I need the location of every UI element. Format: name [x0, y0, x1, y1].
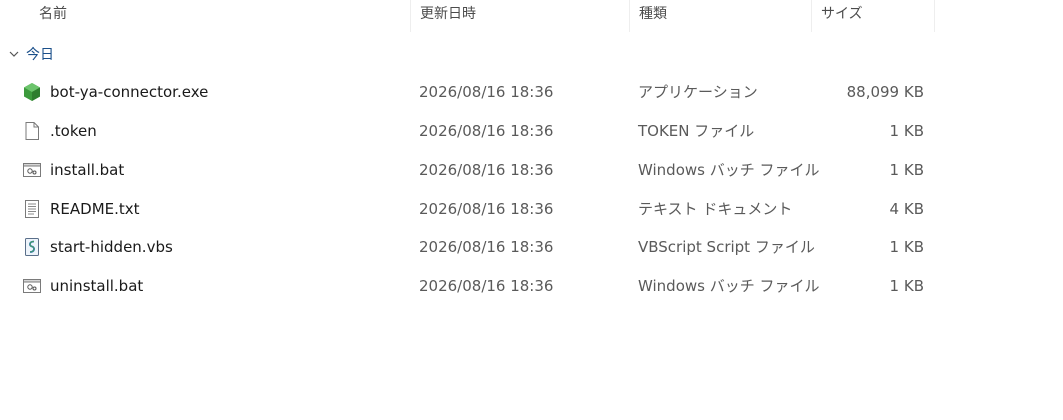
- file-size: 1 KB: [889, 277, 924, 295]
- file-type: Windows バッチ ファイル: [638, 277, 820, 295]
- file-date: 2026/08/16 18:36: [419, 277, 554, 295]
- batch-file-icon: [22, 276, 42, 296]
- file-name: .token: [50, 122, 97, 140]
- file-name: start-hidden.vbs: [50, 238, 173, 256]
- column-header-date[interactable]: 更新日時: [411, 0, 629, 32]
- exe-icon: [22, 82, 42, 102]
- file-row[interactable]: .token 2026/08/16 18:36 TOKEN ファイル 1 KB: [14, 113, 944, 149]
- file-row[interactable]: uninstall.bat 2026/08/16 18:36 Windows バ…: [14, 268, 944, 304]
- file-row[interactable]: install.bat 2026/08/16 18:36 Windows バッチ…: [14, 152, 944, 188]
- column-header-name[interactable]: 名前: [30, 0, 410, 32]
- script-file-icon: [22, 237, 42, 257]
- column-header-size[interactable]: サイズ: [812, 0, 934, 32]
- column-header-row: 名前 更新日時 種類 サイズ: [0, 0, 1063, 32]
- text-file-icon: [22, 199, 42, 219]
- file-name: install.bat: [50, 161, 125, 179]
- file-size: 1 KB: [889, 238, 924, 256]
- file-size: 4 KB: [889, 200, 924, 218]
- file-type: アプリケーション: [638, 83, 758, 101]
- file-type: Windows バッチ ファイル: [638, 161, 820, 179]
- file-date: 2026/08/16 18:36: [419, 200, 554, 218]
- file-size: 1 KB: [889, 122, 924, 140]
- file-date: 2026/08/16 18:36: [419, 161, 554, 179]
- file-row[interactable]: start-hidden.vbs 2026/08/16 18:36 VBScri…: [14, 229, 944, 265]
- file-size: 1 KB: [889, 161, 924, 179]
- file-date: 2026/08/16 18:36: [419, 83, 554, 101]
- file-row[interactable]: README.txt 2026/08/16 18:36 テキスト ドキュメント …: [14, 191, 944, 227]
- group-header-today[interactable]: 今日: [0, 40, 400, 68]
- column-divider[interactable]: [934, 0, 935, 32]
- chevron-down-icon[interactable]: [7, 47, 21, 61]
- file-type: テキスト ドキュメント: [638, 200, 793, 218]
- file-row[interactable]: bot-ya-connector.exe 2026/08/16 18:36 アプ…: [14, 74, 944, 110]
- file-name: uninstall.bat: [50, 277, 144, 295]
- file-size: 88,099 KB: [846, 83, 924, 101]
- group-label: 今日: [26, 47, 54, 63]
- file-name: bot-ya-connector.exe: [50, 83, 209, 101]
- batch-file-icon: [22, 160, 42, 180]
- file-type: VBScript Script ファイル: [638, 238, 815, 256]
- file-date: 2026/08/16 18:36: [419, 238, 554, 256]
- file-date: 2026/08/16 18:36: [419, 122, 554, 140]
- column-header-type[interactable]: 種類: [630, 0, 811, 32]
- file-name: README.txt: [50, 200, 140, 218]
- blank-file-icon: [22, 121, 42, 141]
- file-explorer-list: 名前 更新日時 種類 サイズ 今日 bot-ya-connector.exe 2…: [0, 0, 1063, 420]
- file-type: TOKEN ファイル: [638, 122, 755, 140]
